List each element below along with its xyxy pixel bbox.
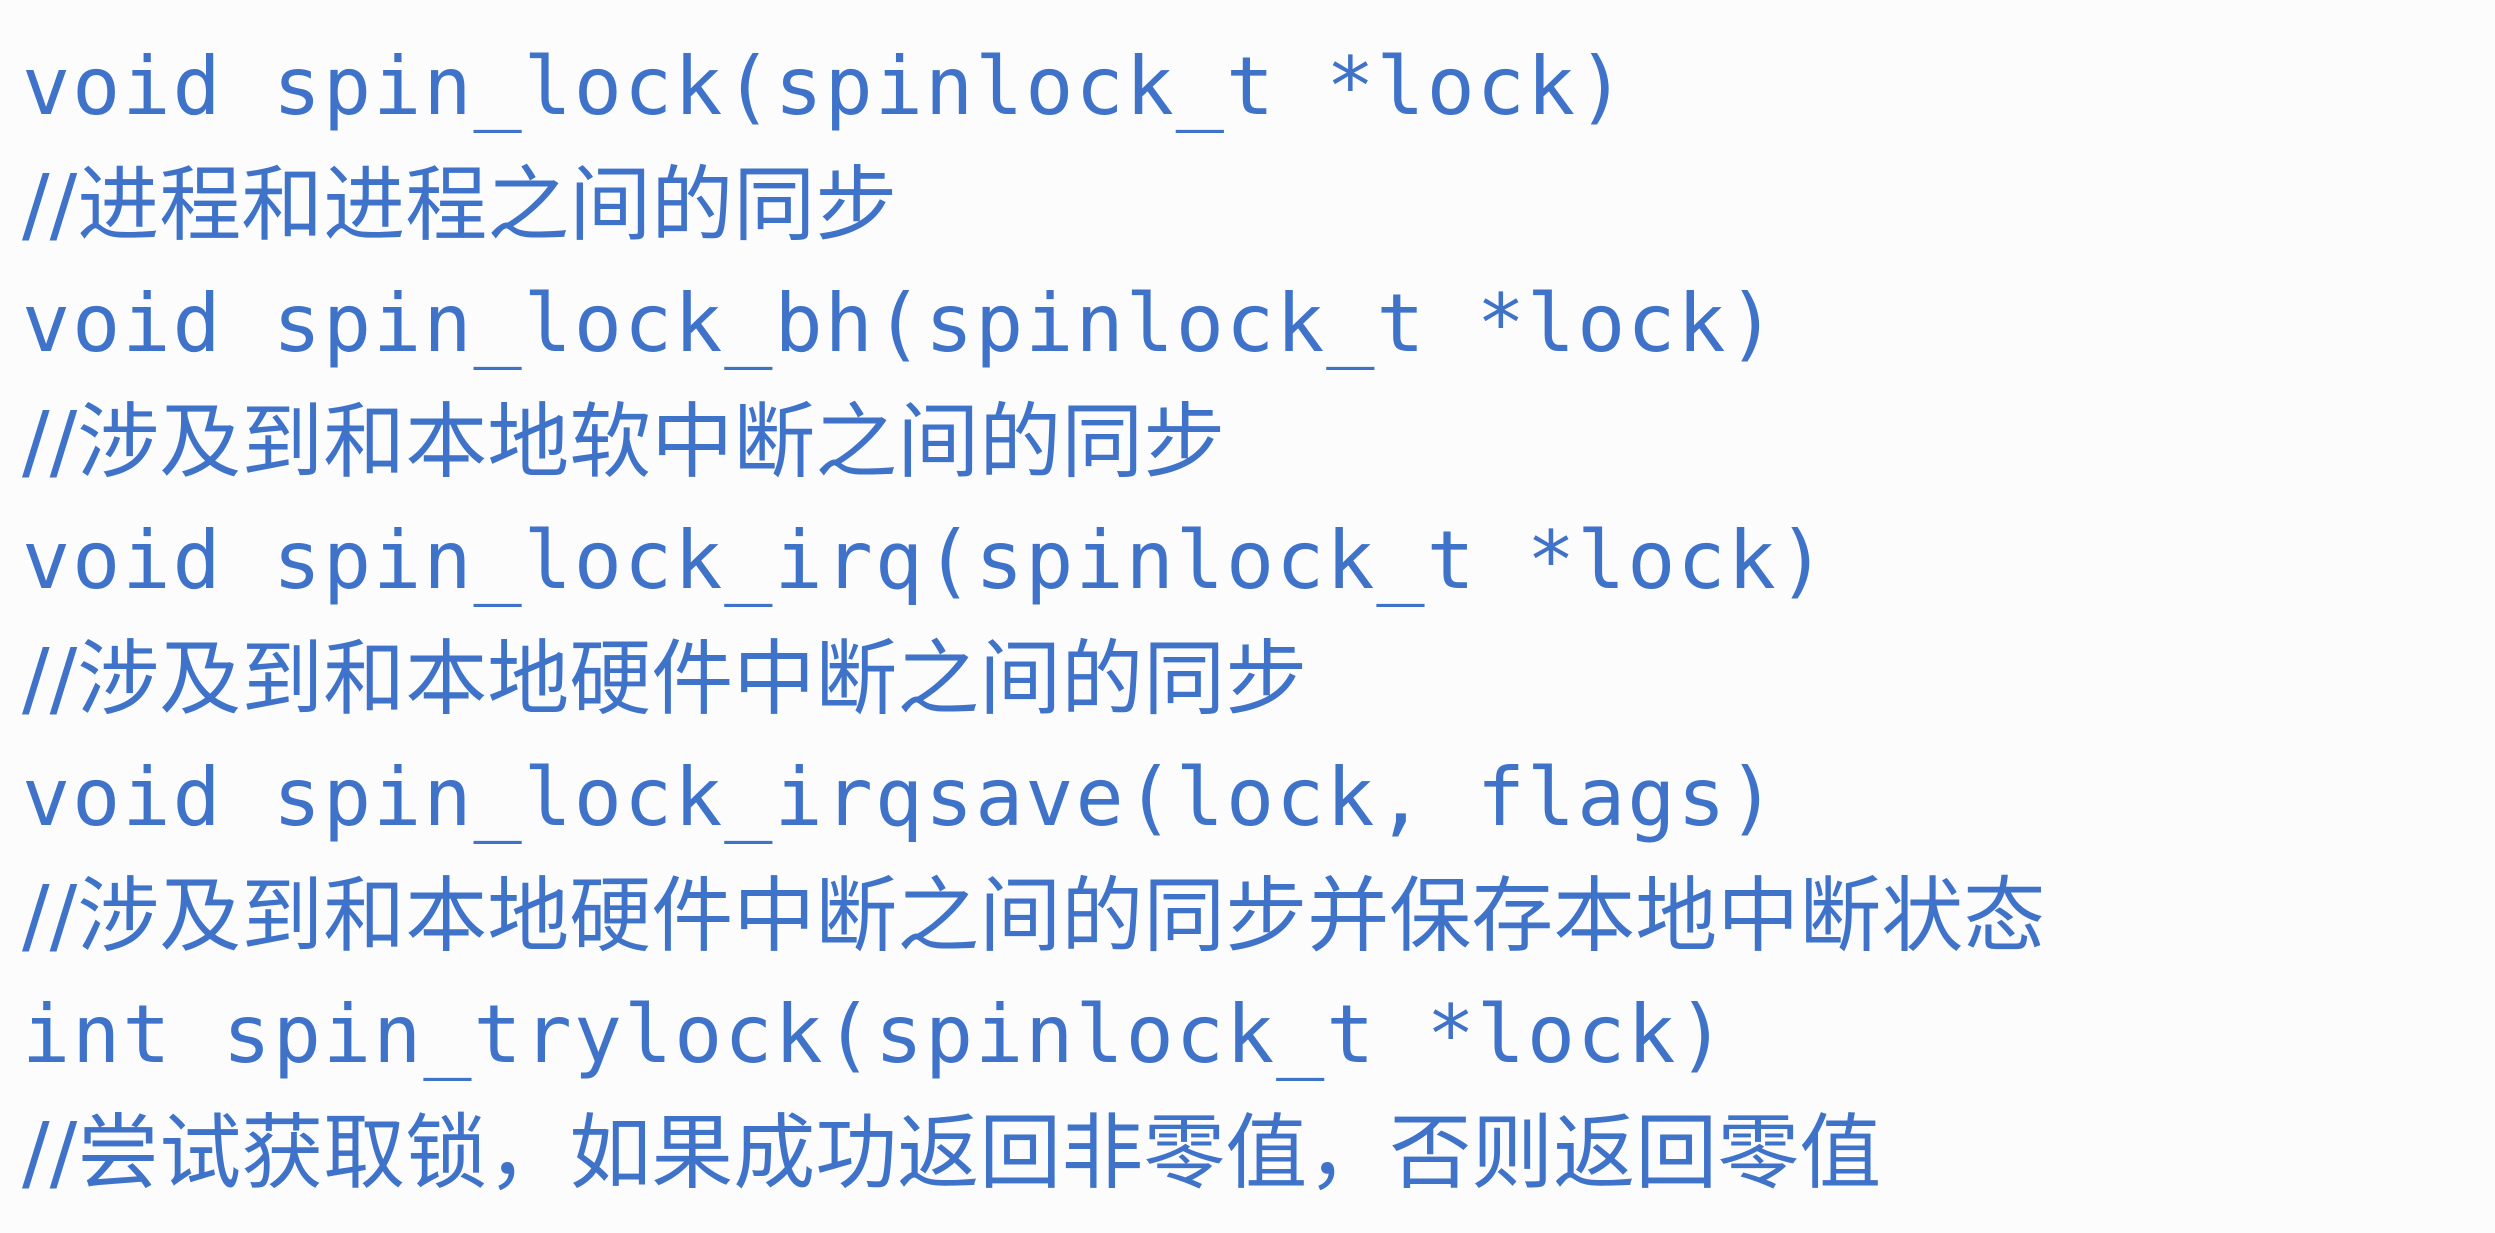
slide-canvas: void spin_lock(spinlock_t *lock) //进程和进程… [0,0,2495,1233]
code-block: void spin_lock(spinlock_t *lock) //进程和进程… [22,28,2482,1213]
comment-line-spin-lock-irqsave: //涉及到和本地硬件中断之间的同步并保存本地中断状态 [22,868,2046,964]
code-line-spin-lock-irq: void spin_lock_irq(spinlock_t *lock) [22,514,1828,607]
code-line-spin-lock-bh: void spin_lock_bh(spinlock_t *lock) [22,277,1778,370]
code-line-spin-lock-irqsave: void spin_lock_irqsave(lock, flags) [22,751,1778,844]
comment-line-spin-trylock: //尝试获取锁，如果成功返回非零值，否则返回零值 [22,1105,1882,1201]
comment-line-spin-lock: //进程和进程之间的同步 [22,157,898,253]
code-line-spin-lock: void spin_lock(spinlock_t *lock) [22,40,1628,133]
comment-line-spin-lock-irq: //涉及到和本地硬件中断之间的同步 [22,631,1308,727]
code-line-spin-trylock: int spin_trylock(spinlock_t *lock) [22,988,1728,1081]
comment-line-spin-lock-bh: //涉及到和本地软中断之间的同步 [22,394,1226,490]
